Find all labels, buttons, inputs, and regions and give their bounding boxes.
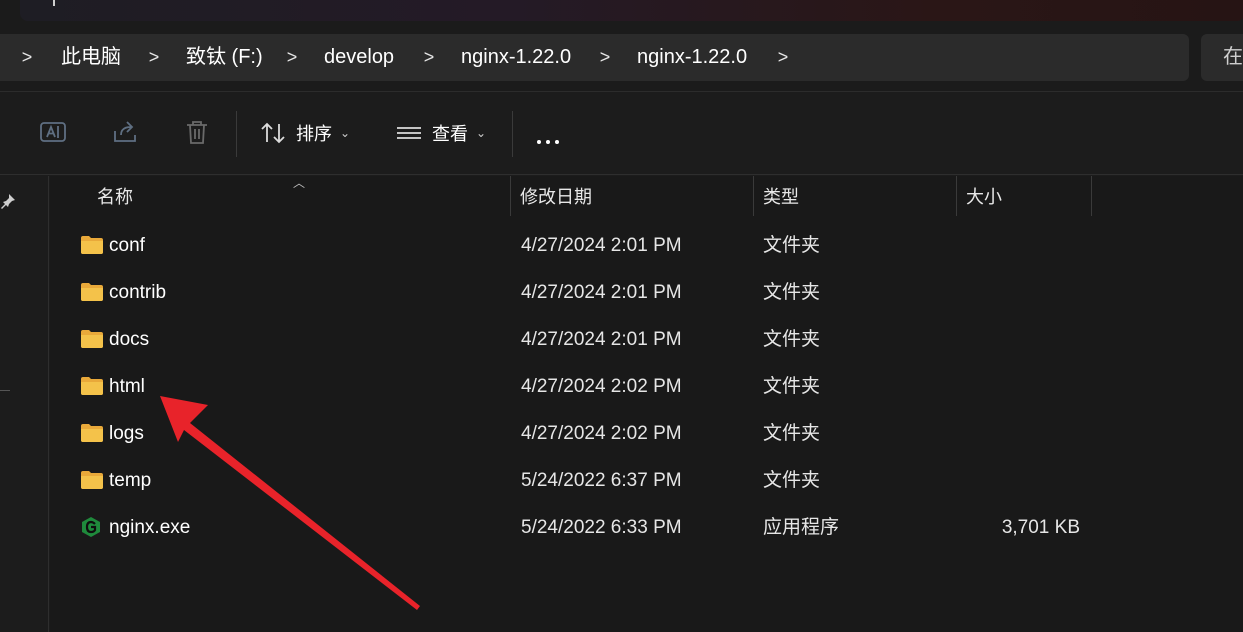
file-name: html — [109, 376, 145, 397]
sort-arrows-icon — [261, 122, 285, 144]
breadcrumb-item-nginx-current[interactable]: nginx-1.22.0 — [637, 34, 747, 81]
sort-indicator-icon: ︿ — [293, 176, 306, 190]
delete-icon[interactable] — [182, 117, 212, 147]
file-name: conf — [109, 235, 145, 256]
view-button[interactable]: 查看 ⌄ — [396, 113, 486, 153]
command-bar: 排序 ⌄ 查看 ⌄ — [0, 93, 1243, 175]
file-modified: 4/27/2024 2:02 PM — [521, 423, 682, 444]
tab-edge[interactable] — [20, 0, 1243, 21]
pin-icon — [1, 194, 15, 209]
file-modified: 5/24/2022 6:37 PM — [521, 470, 682, 491]
view-label: 查看 — [432, 124, 468, 144]
file-name: contrib — [109, 282, 167, 303]
rename-icon[interactable] — [38, 117, 68, 147]
file-name: docs — [109, 329, 150, 350]
file-name: temp — [109, 470, 152, 491]
folder-icon — [81, 236, 103, 254]
file-type: 文件夹 — [763, 470, 821, 491]
breadcrumb-separator[interactable]: > — [775, 34, 791, 81]
column-header-size[interactable]: 大小 — [966, 176, 1002, 216]
search-placeholder: 在 — [1223, 46, 1243, 68]
column-header-type[interactable]: 类型 — [763, 176, 799, 216]
folder-icon — [81, 330, 103, 348]
breadcrumb-item-nginx-parent[interactable]: nginx-1.22.0 — [461, 34, 571, 81]
title-bar-strip — [0, 0, 1243, 32]
nav-divider — [0, 390, 10, 391]
breadcrumb-separator[interactable]: > — [284, 34, 300, 81]
breadcrumb-separator[interactable]: > — [421, 34, 437, 81]
file-type: 文件夹 — [763, 235, 821, 256]
file-type: 文件夹 — [763, 282, 821, 303]
breadcrumb-separator[interactable]: > — [146, 34, 162, 81]
search-input[interactable]: 在 — [1201, 34, 1243, 81]
chevron-down-icon: ⌄ — [340, 126, 351, 140]
file-type: 应用程序 — [763, 517, 840, 538]
file-row-logs[interactable]: logs 4/27/2024 2:02 PM 文件夹 — [50, 410, 1243, 457]
view-lines-icon — [397, 127, 421, 139]
more-options-button[interactable] — [537, 131, 564, 149]
folder-icon — [81, 471, 103, 489]
share-icon[interactable] — [111, 117, 141, 147]
file-row-contrib[interactable]: contrib 4/27/2024 2:01 PM 文件夹 — [50, 269, 1243, 316]
file-type: 文件夹 — [763, 423, 821, 444]
folder-icon — [81, 283, 103, 301]
chevron-down-icon: ⌄ — [476, 126, 487, 140]
breadcrumb-item-develop[interactable]: develop — [324, 34, 394, 81]
breadcrumb-separator[interactable]: > — [19, 34, 35, 81]
breadcrumb[interactable]: > 此电脑 > 致钛 (F:) > develop > nginx-1.22.0… — [0, 34, 1189, 81]
sort-label: 排序 — [296, 124, 332, 144]
file-modified: 4/27/2024 2:01 PM — [521, 235, 682, 256]
nginx-app-icon — [82, 517, 100, 537]
column-header-name[interactable]: 名称 — [97, 176, 133, 216]
file-modified: 5/24/2022 6:33 PM — [521, 517, 682, 538]
file-modified: 4/27/2024 2:02 PM — [521, 376, 682, 397]
file-row-temp[interactable]: temp 5/24/2022 6:37 PM 文件夹 — [50, 457, 1243, 504]
file-type: 文件夹 — [763, 329, 821, 350]
file-row-docs[interactable]: docs 4/27/2024 2:01 PM 文件夹 — [50, 316, 1243, 363]
column-header-modified[interactable]: 修改日期 — [520, 176, 592, 216]
breadcrumb-separator[interactable]: > — [597, 34, 613, 81]
file-type: 文件夹 — [763, 376, 821, 397]
folder-icon — [81, 377, 103, 395]
file-name: logs — [109, 423, 144, 444]
sort-button[interactable]: 排序 ⌄ — [260, 113, 350, 153]
file-row-conf[interactable]: conf 4/27/2024 2:01 PM 文件夹 — [50, 222, 1243, 269]
file-row-nginx-exe[interactable]: nginx.exe 5/24/2022 6:33 PM 应用程序 3,701 K… — [50, 504, 1243, 551]
navigation-pane[interactable] — [0, 176, 49, 632]
file-row-html[interactable]: html 4/27/2024 2:02 PM 文件夹 — [50, 363, 1243, 410]
file-list: ︿ 名称 修改日期 类型 大小 conf 4/27/2024 2:01 PM 文… — [50, 176, 1243, 632]
file-name: nginx.exe — [109, 517, 191, 538]
file-modified: 4/27/2024 2:01 PM — [521, 282, 682, 303]
file-modified: 4/27/2024 2:01 PM — [521, 329, 682, 350]
folder-icon — [81, 424, 103, 442]
breadcrumb-item-drive-f[interactable]: 致钛 (F:) — [186, 34, 263, 81]
breadcrumb-item-this-pc[interactable]: 此电脑 — [61, 34, 121, 81]
file-size: 3,701 KB — [1001, 517, 1080, 538]
